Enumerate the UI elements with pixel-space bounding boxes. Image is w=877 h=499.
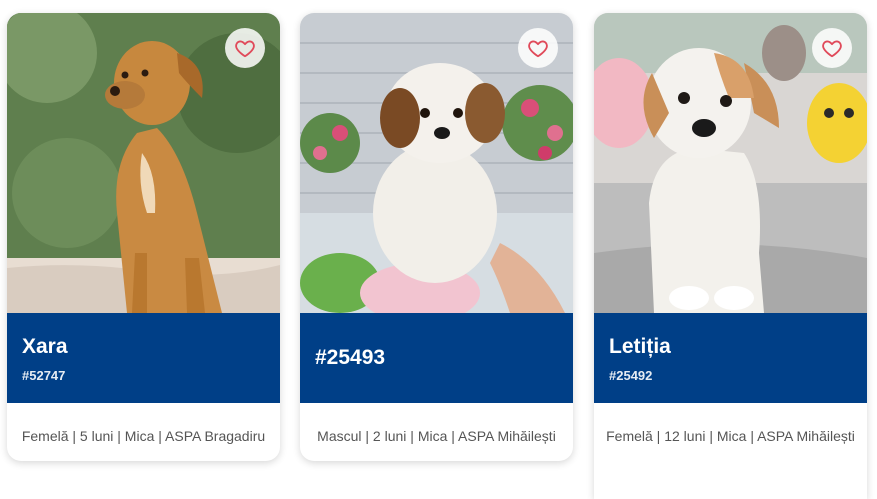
pet-photo[interactable]: [300, 13, 573, 313]
pet-card[interactable]: #25493 Mascul | 2 luni | Mica | ASPA Mih…: [300, 13, 573, 461]
pet-name[interactable]: Letiția: [609, 334, 852, 360]
pet-photo[interactable]: [7, 13, 280, 313]
pet-name[interactable]: Xara: [22, 334, 265, 360]
pet-title-band[interactable]: Letiția #25492: [594, 313, 867, 403]
favorite-button[interactable]: [225, 28, 265, 68]
pet-details: Femelă | 12 luni | Mica | ASPA Mihăileșt…: [606, 428, 855, 444]
favorite-button[interactable]: [518, 28, 558, 68]
pet-name[interactable]: #25493: [315, 345, 558, 371]
heart-outline-icon: [822, 40, 842, 58]
pet-card[interactable]: Letiția #25492 Femelă | 12 luni | Mica |…: [594, 13, 867, 499]
pet-id: #25492: [609, 367, 653, 383]
pet-id: #52747: [22, 367, 66, 383]
pet-title-band[interactable]: #25493: [300, 313, 573, 403]
pet-photo[interactable]: [594, 13, 867, 313]
heart-outline-icon: [235, 40, 255, 58]
heart-outline-icon: [528, 40, 548, 58]
pet-details: Mascul | 2 luni | Mica | ASPA Mihăilești: [317, 428, 556, 444]
pet-card[interactable]: Xara #52747 Femelă | 5 luni | Mica | ASP…: [7, 13, 280, 461]
pet-title-band[interactable]: Xara #52747: [7, 313, 280, 403]
favorite-button[interactable]: [812, 28, 852, 68]
pet-details: Femelă | 5 luni | Mica | ASPA Bragadiru: [21, 428, 266, 444]
